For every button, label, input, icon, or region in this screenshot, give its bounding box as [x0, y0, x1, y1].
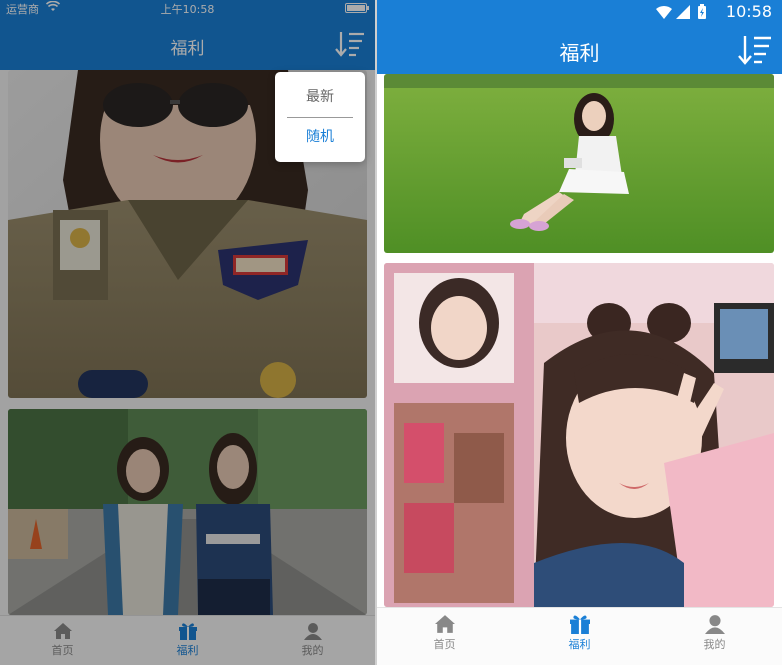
nav-bar: 福利: [0, 16, 375, 70]
nav-bar: 福利: [377, 24, 782, 74]
home-icon: [434, 615, 455, 633]
status-icons: [656, 4, 718, 24]
tab-welfare[interactable]: 福利: [512, 608, 647, 665]
signal-icon: [676, 5, 690, 19]
tab-label: 我的: [301, 644, 324, 657]
home-icon: [53, 623, 72, 639]
gift-icon: [178, 623, 197, 640]
tab-label: 我的: [703, 638, 726, 651]
battery-icon: [345, 3, 369, 13]
user-icon: [303, 623, 322, 640]
tab-mine[interactable]: 我的: [647, 608, 782, 665]
tab-bar: 首页 福利 我的: [377, 607, 782, 665]
wifi-icon: [656, 5, 672, 19]
tab-label: 首页: [51, 644, 74, 657]
photo-image: [8, 409, 367, 615]
photo-image: [384, 74, 774, 253]
sort-menu: 最新 随机: [275, 72, 365, 162]
android-screen: 10:58 福利 首页 福利 我的: [377, 0, 782, 665]
photo-card[interactable]: [384, 74, 774, 253]
ios-screen: 运营商 上午10:58 福利 首页 福利 我的 最新 随机: [0, 0, 375, 665]
tab-label: 首页: [433, 638, 456, 651]
photo-image: [384, 263, 774, 607]
tab-bar: 首页 福利 我的: [0, 615, 375, 665]
sort-icon[interactable]: [335, 30, 365, 58]
sort-option-latest[interactable]: 最新: [275, 82, 365, 112]
photo-card[interactable]: [8, 409, 367, 615]
menu-divider: [287, 117, 353, 118]
tab-home[interactable]: 首页: [0, 616, 125, 665]
tab-welfare[interactable]: 福利: [125, 616, 250, 665]
sort-icon[interactable]: [738, 34, 772, 66]
page-title: 福利: [559, 41, 600, 65]
tab-mine[interactable]: 我的: [250, 616, 375, 665]
photo-card[interactable]: [384, 263, 774, 607]
tab-label: 福利: [568, 638, 591, 651]
sort-option-random[interactable]: 随机: [275, 122, 365, 152]
battery-icon: [698, 4, 706, 19]
tab-home[interactable]: 首页: [377, 608, 512, 665]
status-bar: 运营商 上午10:58: [0, 0, 375, 16]
user-icon: [704, 615, 725, 634]
gift-icon: [569, 615, 590, 634]
photo-list[interactable]: [377, 74, 782, 607]
status-time: 上午10:58: [160, 3, 215, 16]
page-title: 福利: [170, 39, 205, 59]
status-bar: 10:58: [377, 0, 782, 24]
status-time: 10:58: [725, 2, 772, 21]
tab-label: 福利: [176, 644, 199, 657]
